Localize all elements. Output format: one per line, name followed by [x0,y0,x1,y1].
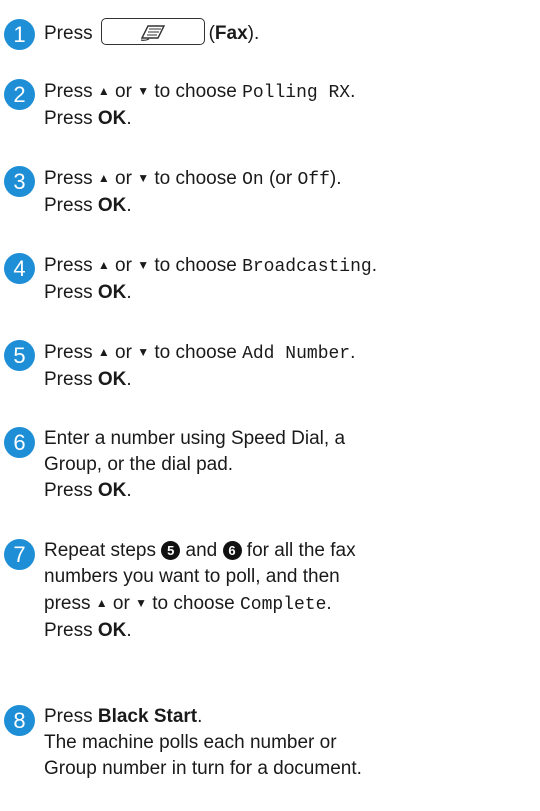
step-text: Press Black Start. [44,706,203,727]
fax-key-icon [100,18,205,45]
up-arrow-icon: ▲ [97,258,110,272]
step-6: 6 Enter a number using Speed Dial, a Gro… [4,426,534,504]
ok-key: OK [97,195,127,216]
step-text: Press ▲ or ▼ to choose Broadcasting. [44,255,377,277]
step-4: 4 Press ▲ or ▼ to choose Broadcasting. P… [4,252,534,306]
up-arrow-icon: ▲ [97,171,110,185]
menu-option: Polling RX [242,83,351,103]
up-arrow-icon: ▲ [97,345,110,359]
step-1: 1 Press (Fax). [4,18,534,50]
step-text: Press (Fax). [44,18,534,47]
up-arrow-icon: ▲ [97,84,110,98]
down-arrow-icon: ▼ [135,596,147,610]
ok-key: OK [97,369,127,390]
menu-option: Add Number [242,344,351,364]
step-number: 2 [4,79,35,110]
fax-label: Fax [214,23,248,44]
step-text: Press ▲ or ▼ to choose Add Number. [44,342,356,364]
step-2: 2 Press ▲ or ▼ to choose Polling RX. Pre… [4,78,534,132]
step-number: 7 [4,539,35,570]
step-text: Repeat steps 5 and 6 for all the fax [44,540,356,561]
black-start-key: Black Start [97,706,198,727]
up-arrow-icon: ▲ [95,596,108,610]
step-7: 7 Repeat steps 5 and 6 for all the fax n… [4,538,534,644]
step-text: Press ▲ or ▼ to choose On (or Off). [44,168,342,190]
ok-key: OK [97,620,127,641]
down-arrow-icon: ▼ [137,171,150,185]
step-number: 5 [4,340,35,371]
menu-option: Complete [239,595,327,615]
manual-page: 1 Press (Fax). 2 Press ▲ or ▼ to choose P… [0,0,540,811]
ok-key: OK [97,480,127,501]
down-arrow-icon: ▼ [137,258,150,272]
step-6-reference: 6 [222,541,242,560]
step-5-reference: 5 [161,541,181,560]
ok-key: OK [97,282,127,303]
menu-option-alt: Off [297,170,330,190]
down-arrow-icon: ▼ [137,345,150,359]
step-number: 1 [4,19,35,50]
menu-option: On [242,170,264,190]
menu-option: Broadcasting [242,257,372,277]
step-5: 5 Press ▲ or ▼ to choose Add Number. Pre… [4,339,534,393]
step-number: 8 [4,705,35,736]
step-8: 8 Press Black Start. The machine polls e… [4,704,534,782]
ok-key: OK [97,108,127,129]
step-number: 6 [4,427,35,458]
step-text: Press ▲ or ▼ to choose Polling RX. [44,81,356,103]
step-text: Enter a number using Speed Dial, a [44,428,346,449]
step-number: 4 [4,253,35,284]
down-arrow-icon: ▼ [137,84,150,98]
step-number: 3 [4,166,35,197]
step-3: 3 Press ▲ or ▼ to choose On (or Off). Pr… [4,165,534,219]
